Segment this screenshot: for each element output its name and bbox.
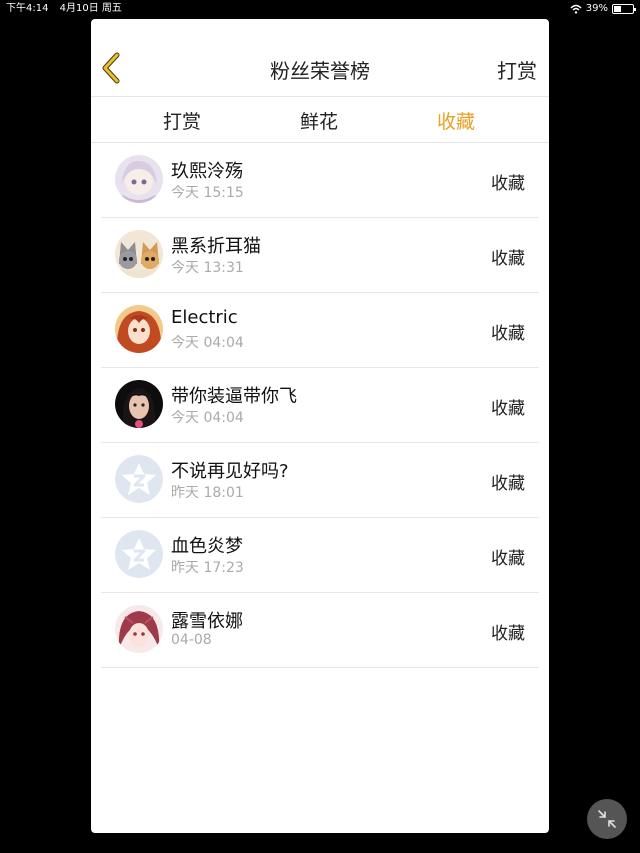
wifi-icon bbox=[570, 4, 582, 14]
list-item[interactable]: 露雪依娜 04-08 收藏 bbox=[101, 593, 539, 668]
cats-avatar-icon bbox=[115, 230, 163, 278]
list-item[interactable]: 血色炎梦 昨天 17:23 收藏 bbox=[101, 518, 539, 593]
reward-button[interactable]: 打赏 bbox=[497, 55, 537, 84]
fan-name: 带你装逼带你飞 bbox=[171, 386, 297, 407]
nav-bar: 粉丝荣誉榜 打赏 bbox=[91, 19, 549, 97]
anime-pink-avatar-icon bbox=[115, 605, 163, 653]
favorite-label: 收藏 bbox=[491, 624, 525, 644]
anime-girl-avatar-icon bbox=[115, 155, 163, 203]
collapse-arrows-icon bbox=[598, 810, 616, 828]
list-item[interactable]: 黑系折耳猫 今天 13:31 收藏 bbox=[101, 218, 539, 293]
tab-favorites[interactable]: 收藏 bbox=[416, 107, 496, 134]
avatar bbox=[115, 155, 163, 203]
avatar bbox=[115, 380, 163, 428]
fan-name: 血色炎梦 bbox=[171, 536, 243, 557]
favorite-label: 收藏 bbox=[491, 174, 525, 194]
fan-time: 今天 15:15 bbox=[171, 185, 244, 201]
favorite-label: 收藏 bbox=[491, 399, 525, 419]
fan-name: 黑系折耳猫 bbox=[171, 236, 261, 257]
avatar bbox=[115, 305, 163, 353]
default-qzone-avatar-icon bbox=[115, 455, 163, 503]
status-left: 下午4:14 4月10日 周五 bbox=[6, 1, 130, 17]
list-item[interactable]: 不说再见好吗? 昨天 18:01 收藏 bbox=[101, 443, 539, 518]
fan-time: 04-08 bbox=[171, 632, 212, 648]
tab-flowers[interactable]: 鲜花 bbox=[279, 107, 359, 134]
page-title: 粉丝荣誉榜 bbox=[270, 59, 370, 83]
fan-name: 露雪依娜 bbox=[171, 611, 243, 632]
battery-percent: 39% bbox=[585, 3, 608, 14]
anime-redhair-avatar-icon bbox=[115, 305, 163, 353]
tab-bar: 打赏 鲜花 收藏 bbox=[91, 97, 549, 143]
fan-time: 昨天 18:01 bbox=[171, 485, 244, 501]
status-date: 4月10日 周五 bbox=[59, 3, 122, 14]
avatar bbox=[115, 455, 163, 503]
favorite-label: 收藏 bbox=[491, 474, 525, 494]
fan-list: 玖熙泠殇 今天 15:15 收藏 黑系折耳猫 今天 13:31 收藏 Elect… bbox=[101, 143, 539, 668]
list-item[interactable]: Electric 今天 04:04 收藏 bbox=[101, 293, 539, 368]
fan-name: Electric bbox=[171, 307, 238, 328]
list-item[interactable]: 带你装逼带你飞 今天 04:04 收藏 bbox=[101, 368, 539, 443]
battery-fill bbox=[614, 6, 621, 12]
collapse-button[interactable] bbox=[587, 799, 627, 839]
status-bar: 下午4:14 4月10日 周五 39% bbox=[0, 0, 640, 18]
status-right: 39% bbox=[570, 1, 636, 17]
default-qzone-avatar-icon bbox=[115, 530, 163, 578]
avatar bbox=[115, 530, 163, 578]
fan-time: 昨天 17:23 bbox=[171, 560, 244, 576]
favorite-label: 收藏 bbox=[491, 324, 525, 344]
tab-reward[interactable]: 打赏 bbox=[142, 107, 222, 134]
fans-honor-panel: 粉丝荣誉榜 打赏 打赏 鲜花 收藏 玖熙泠殇 今天 15:15 收藏 黑系折耳猫… bbox=[91, 19, 549, 833]
fan-name: 不说再见好吗? bbox=[171, 461, 289, 482]
fan-name: 玖熙泠殇 bbox=[171, 161, 243, 182]
avatar bbox=[115, 230, 163, 278]
avatar bbox=[115, 605, 163, 653]
list-item[interactable]: 玖熙泠殇 今天 15:15 收藏 bbox=[101, 143, 539, 218]
battery-icon bbox=[612, 4, 636, 14]
fan-time: 今天 04:04 bbox=[171, 335, 244, 351]
photo-girl-avatar-icon bbox=[115, 380, 163, 428]
favorite-label: 收藏 bbox=[491, 549, 525, 569]
favorite-label: 收藏 bbox=[491, 249, 525, 269]
fan-time: 今天 04:04 bbox=[171, 410, 244, 426]
status-time: 下午4:14 bbox=[6, 3, 49, 14]
fan-time: 今天 13:31 bbox=[171, 260, 244, 276]
